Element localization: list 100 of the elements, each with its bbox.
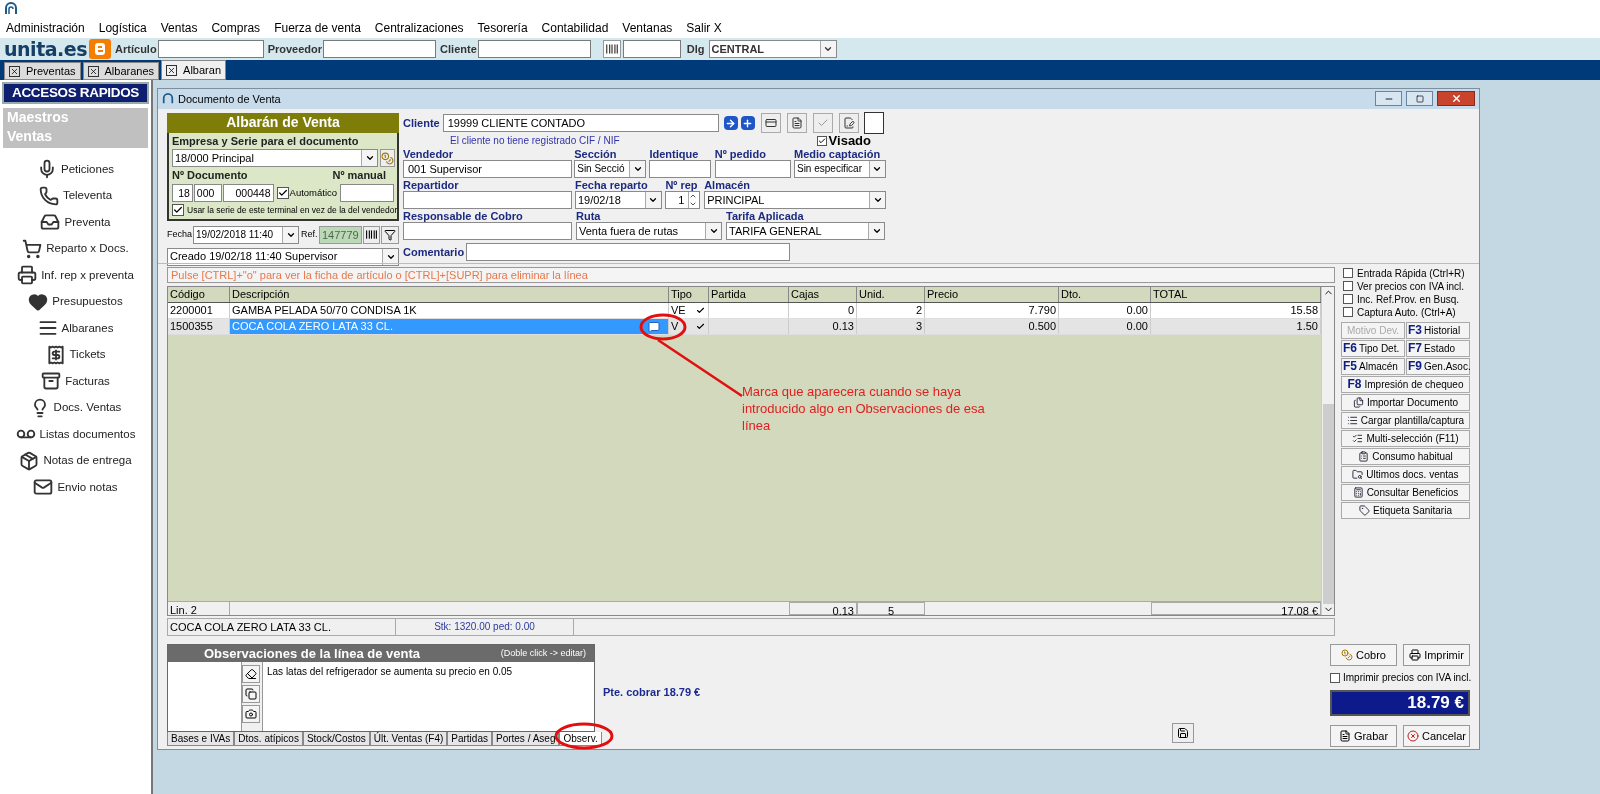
barcode-icon[interactable]	[602, 40, 621, 58]
check-icon[interactable]	[812, 113, 833, 134]
sidebar-item[interactable]: Preventa	[0, 209, 151, 236]
warehouse-select[interactable]: CENTRAL	[708, 40, 837, 58]
menu-item[interactable]: Compras	[211, 19, 261, 37]
close-icon[interactable]	[87, 65, 99, 77]
column-header[interactable]: Partida	[709, 286, 789, 302]
eraser-icon[interactable]	[242, 665, 260, 683]
tool-button[interactable]: Multi-selección (F11)	[1341, 429, 1470, 447]
close-icon[interactable]	[9, 65, 20, 77]
scrollbar[interactable]	[1321, 286, 1334, 615]
menu-item[interactable]: Ventas	[160, 19, 198, 37]
copy-icon[interactable]	[242, 685, 260, 703]
function-button[interactable]: F9 Gen.Asoc.	[1406, 357, 1470, 375]
sidebar-item[interactable]: Tickets	[0, 341, 151, 368]
bottom-tab[interactable]: Partidas	[447, 732, 492, 746]
bottom-tab[interactable]: Dtos. atípicos	[234, 732, 303, 746]
search-field[interactable]	[157, 40, 264, 58]
input-field[interactable]	[649, 159, 712, 178]
tool-button[interactable]: Consumo habitual	[1341, 447, 1470, 465]
bottom-tab[interactable]: Últ. Ventas (F4)	[369, 732, 448, 746]
save-button[interactable]: Grabar	[1330, 725, 1397, 747]
function-button[interactable]: F5 Almacén	[1341, 357, 1405, 375]
document-tab[interactable]: Albaran	[161, 60, 226, 80]
date-select[interactable]: 19/02/2018 11:40	[193, 225, 299, 244]
sidebar-item[interactable]: Listas documentos	[0, 421, 151, 448]
sidebar-item[interactable]: Facturas	[0, 368, 151, 395]
document-number-field[interactable]: 18	[172, 183, 193, 202]
sidebar-item[interactable]: Presupuestos	[0, 288, 151, 315]
select-field[interactable]: Sin Secció	[574, 159, 647, 178]
camera-icon[interactable]	[242, 705, 260, 723]
checkbox[interactable]	[1343, 307, 1353, 318]
function-button[interactable]: F6 Tipo Det.	[1341, 339, 1405, 357]
code-field[interactable]	[622, 40, 681, 58]
select-field[interactable]: Venta fuera de rutas	[576, 221, 722, 240]
tool-button[interactable]: Importar Documento	[1341, 393, 1470, 411]
menu-item[interactable]: Tesorería	[477, 19, 528, 37]
sidebar-item[interactable]: Albaranes	[0, 315, 151, 342]
payment-button[interactable]: Cobro	[1330, 644, 1397, 666]
sidebar-item[interactable]: Notas de entrega	[0, 447, 151, 474]
column-header[interactable]: Descripción	[230, 286, 669, 302]
spinner-field[interactable]: 1	[665, 190, 701, 209]
menu-item[interactable]: Salir X	[686, 19, 722, 37]
barcode-icon[interactable]	[362, 225, 381, 244]
function-button[interactable]: F7 Estado	[1406, 339, 1470, 357]
manual-number-field[interactable]	[340, 183, 394, 202]
bottom-tab[interactable]: Bases e IVAs	[167, 732, 235, 746]
bottom-tab[interactable]: Portes / Aseg	[491, 732, 560, 746]
menu-item[interactable]: Contabilidad	[541, 19, 609, 37]
coins-icon[interactable]	[380, 149, 395, 168]
export-icon[interactable]	[1172, 723, 1194, 743]
card-icon[interactable]	[760, 113, 781, 134]
checkbox[interactable]	[276, 186, 289, 199]
function-button[interactable]: F3 Historial	[1406, 321, 1470, 339]
input-field[interactable]: 001 Supervisor	[403, 159, 572, 178]
close-button[interactable]	[1437, 91, 1475, 107]
next-icon[interactable]	[723, 116, 738, 131]
search-field[interactable]	[477, 40, 591, 58]
column-header[interactable]: Tipo	[669, 286, 709, 302]
column-header[interactable]: Precio	[925, 286, 1059, 302]
checkbox[interactable]	[172, 204, 184, 217]
menu-item[interactable]: Logística	[98, 19, 147, 37]
print-button[interactable]: Imprimir	[1403, 644, 1470, 666]
checkbox[interactable]	[1330, 672, 1340, 683]
sidebar-item[interactable]: Televenta	[0, 182, 151, 209]
filter-icon[interactable]	[381, 225, 399, 244]
column-header[interactable]: Unid.	[857, 286, 925, 302]
select-field[interactable]: TARIFA GENERAL	[726, 221, 885, 240]
column-header[interactable]: Código	[168, 286, 230, 302]
menu-item[interactable]: Ventanas	[622, 19, 673, 37]
bottom-tab[interactable]: Stock/Costos	[302, 732, 370, 746]
input-field[interactable]	[403, 190, 572, 209]
document-number-field[interactable]: 000448	[223, 183, 274, 202]
comment-field[interactable]	[466, 242, 791, 261]
menu-item[interactable]: Administración	[6, 19, 85, 37]
series-select[interactable]: 18/000 Principal	[172, 149, 378, 168]
column-header[interactable]: Cajas	[789, 286, 857, 302]
maximize-button[interactable]	[1406, 91, 1433, 107]
tool-button[interactable]: Ultimos docs. ventas	[1341, 465, 1470, 483]
input-field[interactable]	[714, 159, 791, 178]
client-field[interactable]: 19999 CLIENTE CONTADO	[442, 114, 719, 133]
checkbox[interactable]	[1343, 281, 1353, 292]
blog-icon[interactable]	[89, 39, 112, 59]
checkbox[interactable]	[816, 135, 827, 146]
sidebar-item[interactable]: Docs. Ventas	[0, 394, 151, 421]
checkbox[interactable]	[1343, 294, 1353, 305]
select-field[interactable]: PRINCIPAL	[704, 190, 887, 209]
menu-item[interactable]: Fuerza de venta	[274, 19, 361, 37]
tool-button[interactable]: F8 Impresión de chequeo	[1341, 375, 1470, 393]
close-icon[interactable]	[166, 64, 178, 76]
checkbox[interactable]	[1343, 268, 1353, 279]
document-icon[interactable]	[786, 113, 807, 134]
bottom-tab[interactable]: Observ.	[559, 732, 602, 746]
document-tab[interactable]: Preventas	[4, 62, 81, 80]
minimize-button[interactable]	[1375, 91, 1402, 107]
search-field[interactable]	[323, 40, 437, 58]
select-field[interactable]: 19/02/18	[574, 190, 662, 209]
comment-icon[interactable]	[648, 320, 660, 333]
document-tab[interactable]: Albaranes	[82, 62, 160, 80]
tool-button[interactable]: Cargar plantilla/captura	[1341, 411, 1470, 429]
